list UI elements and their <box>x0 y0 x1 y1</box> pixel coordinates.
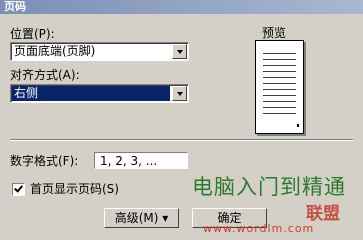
preview-text-line <box>263 107 296 108</box>
position-dropdown[interactable]: 页面底端(页脚) <box>10 42 189 61</box>
preview-text-line <box>263 53 296 54</box>
title-bar: 页码 <box>0 0 363 14</box>
position-label: 位置(P): <box>10 27 55 41</box>
page-number-dialog: 页码 位置(P): 页面底端(页脚) 对齐方式(A): 右侧 预览 数字格式(F… <box>0 0 363 240</box>
alignment-label: 对齐方式(A): <box>10 68 80 82</box>
preview-text-line <box>263 89 296 90</box>
number-format-field[interactable]: 1, 2, 3, ... <box>94 152 188 169</box>
dialog-title: 页码 <box>4 0 26 13</box>
watermark-title: 电脑入门到精通 <box>192 175 346 199</box>
page-preview <box>255 40 304 134</box>
advanced-button[interactable]: 高级(M) ▾ <box>104 208 179 228</box>
preview-text-line <box>263 113 296 114</box>
number-format-value: 1, 2, 3, ... <box>100 154 158 168</box>
alignment-dropdown[interactable]: 右侧 <box>10 84 189 103</box>
divider <box>10 139 353 141</box>
preview-label: 预览 <box>262 26 287 40</box>
preview-text-line <box>263 83 296 84</box>
preview-text-line <box>263 59 296 60</box>
preview-text-line <box>263 65 296 66</box>
preview-text-line <box>263 77 296 78</box>
first-page-label: 首页显示页码(S) <box>30 182 119 196</box>
preview-text-line <box>263 101 296 102</box>
watermark-url: www.wordlm.com <box>203 222 315 235</box>
preview-text-line <box>263 71 296 72</box>
chevron-down-icon[interactable] <box>172 86 187 101</box>
position-value: 页面底端(页脚) <box>14 44 96 58</box>
preview-text-line <box>263 95 296 96</box>
watermark-brand: 联盟 <box>306 204 340 224</box>
chevron-down-icon[interactable] <box>172 44 187 59</box>
first-page-checkbox[interactable] <box>12 183 25 196</box>
number-format-label: 数字格式(F): <box>10 154 79 168</box>
alignment-value: 右侧 <box>12 86 170 101</box>
preview-page-number <box>297 124 299 127</box>
